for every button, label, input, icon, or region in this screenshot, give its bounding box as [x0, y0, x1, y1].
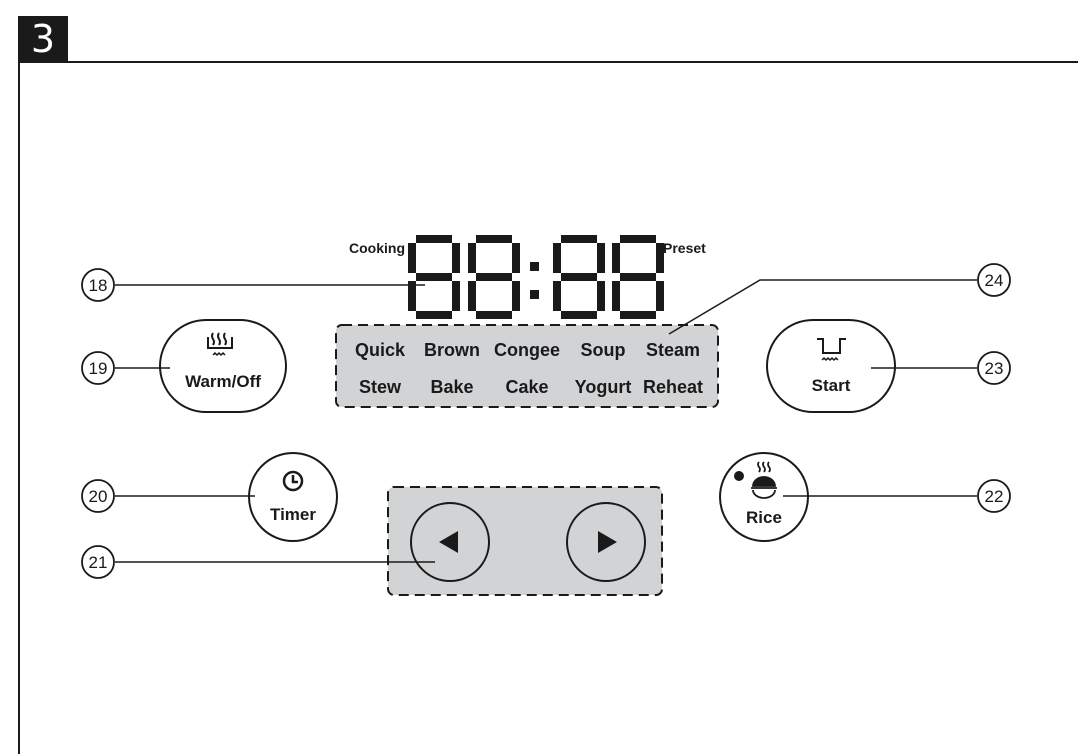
- start-button[interactable]: Start: [766, 319, 896, 413]
- warm-off-button[interactable]: Warm/Off: [159, 319, 287, 413]
- menu-item-brown[interactable]: Brown: [424, 340, 480, 360]
- callout-24: 24: [977, 263, 1011, 297]
- colon-bottom: [530, 290, 539, 299]
- start-label: Start: [812, 376, 851, 395]
- timer-label: Timer: [270, 505, 316, 524]
- svg-text:21: 21: [89, 553, 108, 572]
- colon-top: [530, 262, 539, 271]
- svg-text:23: 23: [985, 359, 1004, 378]
- svg-text:24: 24: [985, 271, 1004, 290]
- control-panel-diagram: Cooking Preset Quick Brown Congee Soup S…: [81, 0, 1011, 596]
- menu-item-cake[interactable]: Cake: [505, 377, 548, 397]
- svg-text:18: 18: [89, 276, 108, 295]
- svg-text:19: 19: [89, 359, 108, 378]
- svg-text:20: 20: [89, 487, 108, 506]
- menu-item-soup[interactable]: Soup: [581, 340, 626, 360]
- callout-23: 23: [977, 351, 1011, 385]
- rice-button[interactable]: Rice: [719, 452, 809, 542]
- callout-21: 21: [81, 545, 115, 579]
- svg-text:22: 22: [985, 487, 1004, 506]
- callout-19: 19: [81, 351, 115, 385]
- menu-item-yogurt[interactable]: Yogurt: [575, 377, 632, 397]
- menu-item-bake[interactable]: Bake: [430, 377, 473, 397]
- menu-item-congee[interactable]: Congee: [494, 340, 560, 360]
- preset-label: Preset: [663, 240, 706, 256]
- rice-label: Rice: [746, 508, 782, 527]
- cooking-label: Cooking: [349, 240, 405, 256]
- digit-2: [472, 239, 516, 315]
- menu-item-quick[interactable]: Quick: [355, 340, 406, 360]
- rice-indicator-dot: [734, 471, 744, 481]
- menu-item-steam[interactable]: Steam: [646, 340, 700, 360]
- digit-4: [616, 239, 660, 315]
- time-display: [412, 239, 660, 315]
- menu-item-stew[interactable]: Stew: [359, 377, 402, 397]
- menu-item-reheat[interactable]: Reheat: [643, 377, 703, 397]
- callout-18: 18: [81, 268, 115, 302]
- digit-3: [557, 239, 601, 315]
- digit-1: [412, 239, 456, 315]
- timer-button[interactable]: Timer: [248, 452, 338, 542]
- callout-22: 22: [977, 479, 1011, 513]
- warm-off-label: Warm/Off: [185, 372, 261, 391]
- callout-20: 20: [81, 479, 115, 513]
